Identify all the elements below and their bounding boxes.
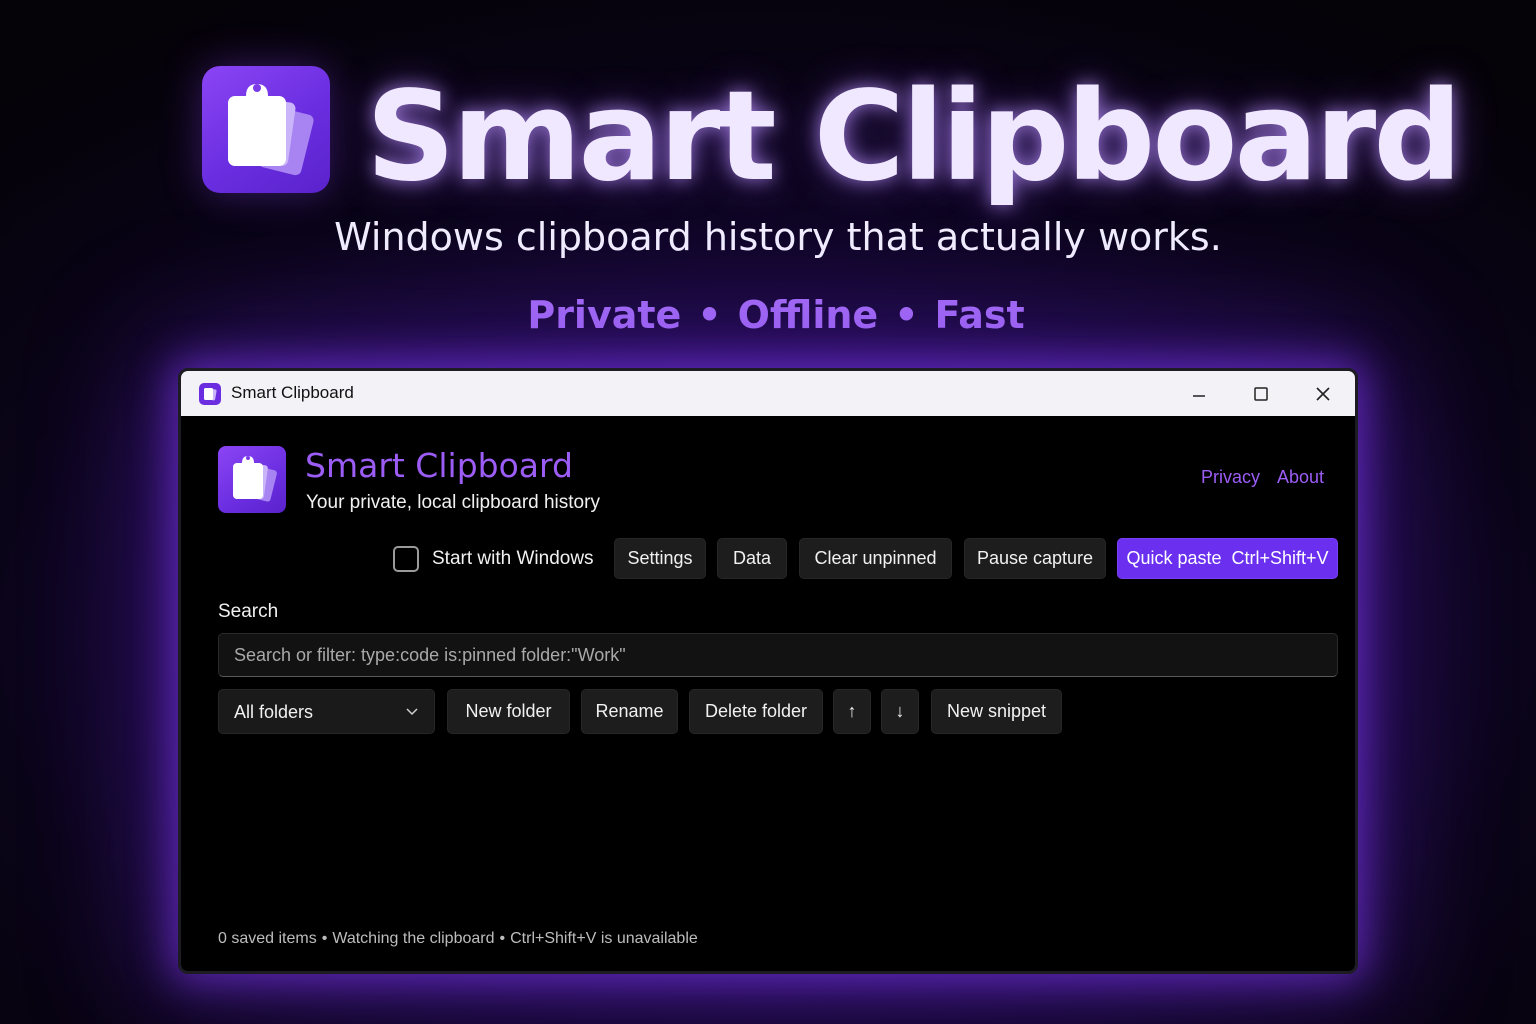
new-snippet-button[interactable]: New snippet — [931, 689, 1062, 734]
tagline-offline: Offline — [737, 293, 879, 337]
status-watching: Watching the clipboard — [332, 930, 495, 947]
search-input[interactable] — [218, 633, 1338, 677]
tagline-private: Private — [527, 293, 682, 337]
privacy-link[interactable]: Privacy — [1201, 465, 1260, 489]
hero-title: Smart Clipboard — [366, 65, 1462, 209]
about-link[interactable]: About — [1277, 465, 1324, 489]
app-subtitle: Your private, local clipboard history — [306, 492, 600, 513]
clear-unpinned-button[interactable]: Clear unpinned — [799, 538, 952, 579]
data-button[interactable]: Data — [717, 538, 787, 579]
status-separator: • — [499, 930, 506, 947]
app-small-icon — [199, 383, 221, 405]
start-with-windows-checkbox[interactable] — [393, 546, 419, 572]
folder-select[interactable]: All folders — [218, 689, 435, 734]
window-title: Smart Clipboard — [231, 383, 354, 402]
status-item-count: 0 saved items — [218, 930, 317, 947]
move-down-button[interactable]: ↓ — [881, 689, 919, 734]
clipboard-icon — [233, 456, 277, 502]
clipboard-icon — [204, 388, 217, 401]
folder-select-value: All folders — [234, 702, 314, 722]
status-bar: 0 saved items • Watching the clipboard • Ctr… — [218, 928, 698, 950]
maximize-button[interactable] — [1241, 377, 1281, 411]
maximize-icon — [1254, 387, 1268, 401]
tagline-separator: • — [894, 293, 919, 337]
delete-folder-button[interactable]: Delete folder — [689, 689, 823, 734]
status-hotkey: Ctrl+Shift+V is unavailable — [510, 930, 698, 947]
tagline-separator: • — [697, 293, 722, 337]
hero-tagline: Private • Offline • Fast — [0, 290, 1536, 340]
status-separator: • — [321, 930, 328, 947]
pause-capture-button[interactable]: Pause capture — [964, 538, 1106, 579]
rename-button[interactable]: Rename — [581, 689, 678, 734]
tagline-fast: Fast — [934, 293, 1025, 337]
close-icon — [1316, 387, 1330, 401]
quick-paste-button[interactable]: Quick paste Ctrl+Shift+V — [1117, 538, 1338, 579]
hero-logo — [202, 66, 330, 193]
app-title: Smart Clipboard — [305, 446, 573, 485]
start-with-windows-label[interactable]: Start with Windows — [432, 547, 594, 571]
search-label: Search — [218, 601, 279, 622]
move-up-button[interactable]: ↑ — [833, 689, 871, 734]
settings-button[interactable]: Settings — [614, 538, 706, 579]
close-button[interactable] — [1303, 377, 1343, 411]
new-folder-button[interactable]: New folder — [447, 689, 570, 734]
app-logo — [218, 446, 286, 513]
chevron-down-icon — [406, 708, 418, 716]
minimize-icon — [1193, 395, 1205, 397]
minimize-button[interactable] — [1179, 377, 1219, 411]
hero-subtitle: Windows clipboard history that actually … — [334, 215, 1222, 259]
clipboard-icon — [228, 84, 314, 176]
app-window: Smart Clipboard Smart Clipboard Your pri… — [178, 368, 1358, 974]
window-titlebar[interactable]: Smart Clipboard — [181, 371, 1355, 416]
